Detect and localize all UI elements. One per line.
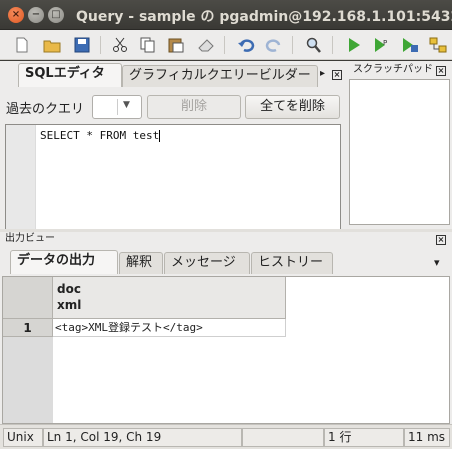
toolbar-separator xyxy=(332,36,333,54)
delete-history-button[interactable]: 削除 xyxy=(147,95,241,119)
paste-icon[interactable] xyxy=(166,35,186,55)
close-window-button[interactable]: × xyxy=(8,7,24,23)
svg-text:P: P xyxy=(383,39,387,47)
chevron-down-icon: ▼ xyxy=(123,100,130,110)
close-output-icon[interactable]: × xyxy=(436,235,446,245)
window-title: Query - sample の pgadmin@192.168.1.101:5… xyxy=(76,9,452,25)
sql-code[interactable]: SELECT * FROM test xyxy=(40,129,161,142)
result-grid: doc xml 1 <tag>XML登録テスト</tag> xyxy=(2,276,450,424)
output-title: 出力ビュー xyxy=(5,233,55,244)
combo-separator xyxy=(117,99,118,115)
new-file-icon[interactable] xyxy=(12,35,32,55)
output-pane: 出力ビュー × データの出力 解釈 メッセージ ヒストリー ▾ doc xml … xyxy=(0,232,452,424)
close-editor-tab-icon[interactable]: × xyxy=(332,70,342,80)
tab-messages[interactable]: メッセージ xyxy=(164,252,250,274)
toolbar-separator xyxy=(224,36,225,54)
toolbar-separator xyxy=(292,36,293,54)
execute-to-file-icon[interactable] xyxy=(400,35,420,55)
redo-icon[interactable] xyxy=(264,35,284,55)
status-os: Unix xyxy=(3,428,43,447)
column-header-doc[interactable]: doc xml xyxy=(53,277,286,319)
text-caret xyxy=(159,130,161,142)
tab-explain[interactable]: 解釈 xyxy=(119,252,163,274)
column-type: xml xyxy=(57,298,82,312)
scratch-pad-textarea[interactable] xyxy=(349,79,450,225)
open-folder-icon[interactable] xyxy=(42,35,62,55)
status-empty xyxy=(242,428,324,447)
status-row-count: 1 行 xyxy=(324,428,404,447)
tab-graphical-query-builder[interactable]: グラフィカルクエリービルダー xyxy=(122,65,318,87)
query-history-bar: 過去のクエリ ▼ 削除 全てを削除 xyxy=(2,93,346,121)
output-header: 出力ビュー × xyxy=(2,232,450,248)
minimize-window-button[interactable]: − xyxy=(28,7,44,23)
status-exec-time: 11 ms xyxy=(404,428,450,447)
status-cursor-position: Ln 1, Col 19, Ch 19 xyxy=(43,428,242,447)
query-builder-icon[interactable] xyxy=(428,35,448,55)
close-scratch-pad-icon[interactable]: × xyxy=(436,66,446,76)
main-toolbar: P xyxy=(0,30,452,60)
title-bar: × − □ Query - sample の pgadmin@192.168.1… xyxy=(0,0,452,30)
status-bar: Unix Ln 1, Col 19, Ch 19 1 行 11 ms xyxy=(0,424,452,449)
copy-icon[interactable] xyxy=(138,35,158,55)
save-icon[interactable] xyxy=(72,35,92,55)
column-name: doc xyxy=(57,282,81,296)
toolbar-separator xyxy=(100,36,101,54)
tab-scroll-right-icon[interactable]: ▸ xyxy=(320,68,325,79)
output-tab-strip: データの出力 解釈 メッセージ ヒストリー ▾ xyxy=(2,248,450,274)
execute-icon[interactable] xyxy=(344,35,364,55)
explain-icon[interactable]: P xyxy=(372,35,392,55)
query-history-dropdown[interactable]: ▼ xyxy=(92,95,142,119)
tab-data-output[interactable]: データの出力 xyxy=(10,250,118,274)
undo-icon[interactable] xyxy=(236,35,256,55)
cut-icon[interactable] xyxy=(110,35,130,55)
tab-sql-editor[interactable]: SQLエディタ xyxy=(18,63,122,87)
clear-icon[interactable] xyxy=(196,35,216,55)
sql-editor-area: SQLエディタ グラフィカルクエリービルダー ▸ × スクラッチパッド × 過去… xyxy=(0,61,452,279)
scratch-pad-title: スクラッチパッド xyxy=(353,64,433,75)
delete-all-history-button[interactable]: 全てを削除 xyxy=(245,95,340,119)
table-cell[interactable]: <tag>XML登録テスト</tag> xyxy=(53,319,286,337)
scratch-pad-header: スクラッチパッド × xyxy=(350,63,450,79)
row-number[interactable]: 1 xyxy=(3,319,53,337)
tab-list-dropdown-icon[interactable]: ▾ xyxy=(434,256,440,269)
find-icon[interactable] xyxy=(303,35,323,55)
editor-tab-strip: SQLエディタ グラフィカルクエリービルダー ▸ × xyxy=(2,63,346,87)
maximize-window-button[interactable]: □ xyxy=(48,7,64,23)
query-history-label: 過去のクエリ xyxy=(6,102,85,117)
tab-history[interactable]: ヒストリー xyxy=(251,252,333,274)
grid-corner[interactable] xyxy=(3,277,53,319)
